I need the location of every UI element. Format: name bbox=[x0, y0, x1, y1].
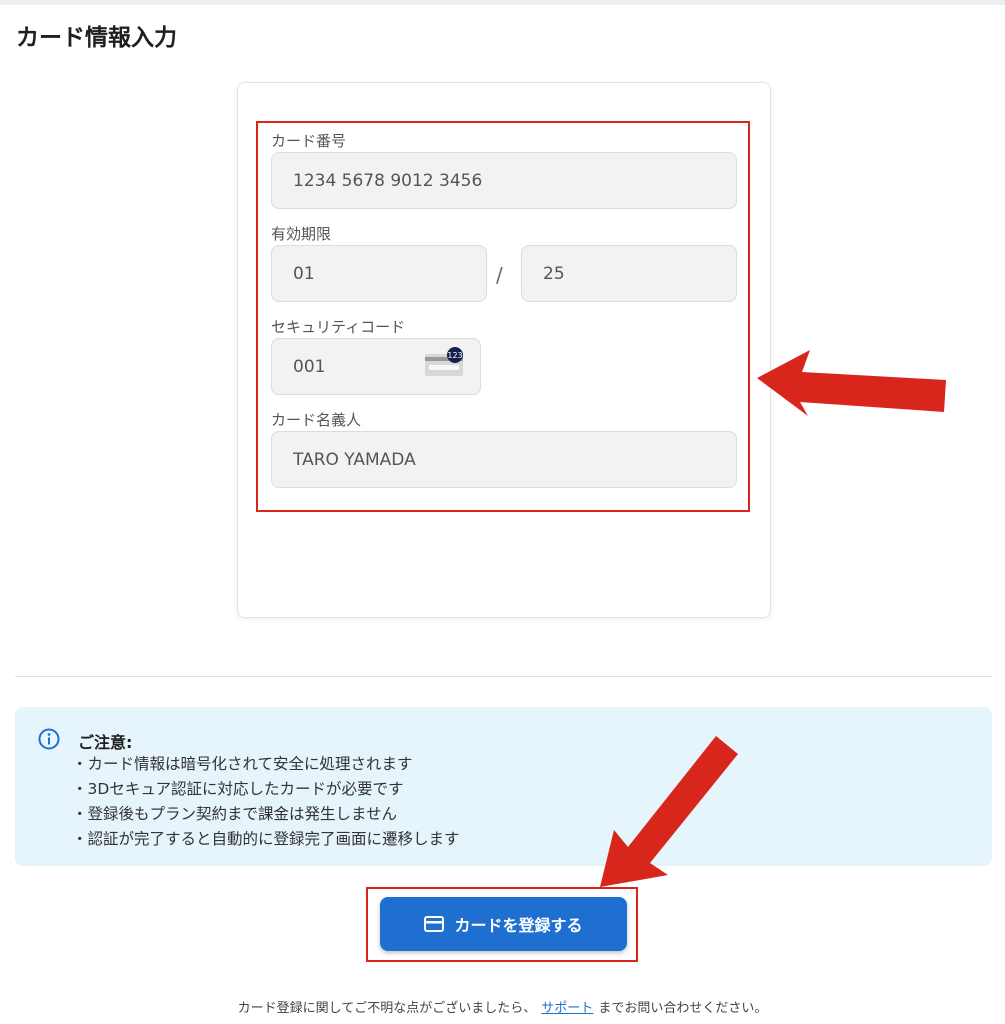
notice-item: 3Dセキュア認証に対応したカードが必要です bbox=[72, 777, 460, 802]
notice-item: 認証が完了すると自動的に登録完了画面に遷移します bbox=[72, 827, 460, 852]
page-title: カード情報入力 bbox=[16, 25, 177, 51]
notice-title: ご注意: bbox=[78, 733, 133, 752]
notice-item: カード情報は暗号化されて安全に処理されます bbox=[72, 752, 460, 777]
form-highlight-box bbox=[256, 121, 750, 512]
divider bbox=[15, 676, 992, 677]
support-link[interactable]: サポート bbox=[541, 1001, 593, 1016]
credit-card-icon bbox=[424, 916, 445, 932]
register-button-label: カードを登録する bbox=[454, 916, 583, 935]
notice-list: カード情報は暗号化されて安全に処理されます 3Dセキュア認証に対応したカードが必… bbox=[72, 752, 460, 852]
notice-item: 登録後もプラン契約まで課金は発生しません bbox=[72, 802, 460, 827]
red-arrow-left-icon bbox=[757, 350, 946, 416]
register-card-button[interactable]: カードを登録する bbox=[380, 897, 627, 951]
footer-text: カード登録に関してご不明な点がございましたら、 サポート までお問い合わせください。 bbox=[0, 997, 1005, 1016]
info-icon bbox=[38, 728, 60, 750]
footer-prefix: カード登録に関してご不明な点がございましたら、 bbox=[237, 1001, 537, 1016]
footer-suffix: までお問い合わせください。 bbox=[598, 1001, 768, 1016]
top-strip bbox=[0, 0, 1005, 5]
red-arrow-down-left-icon bbox=[600, 736, 738, 887]
